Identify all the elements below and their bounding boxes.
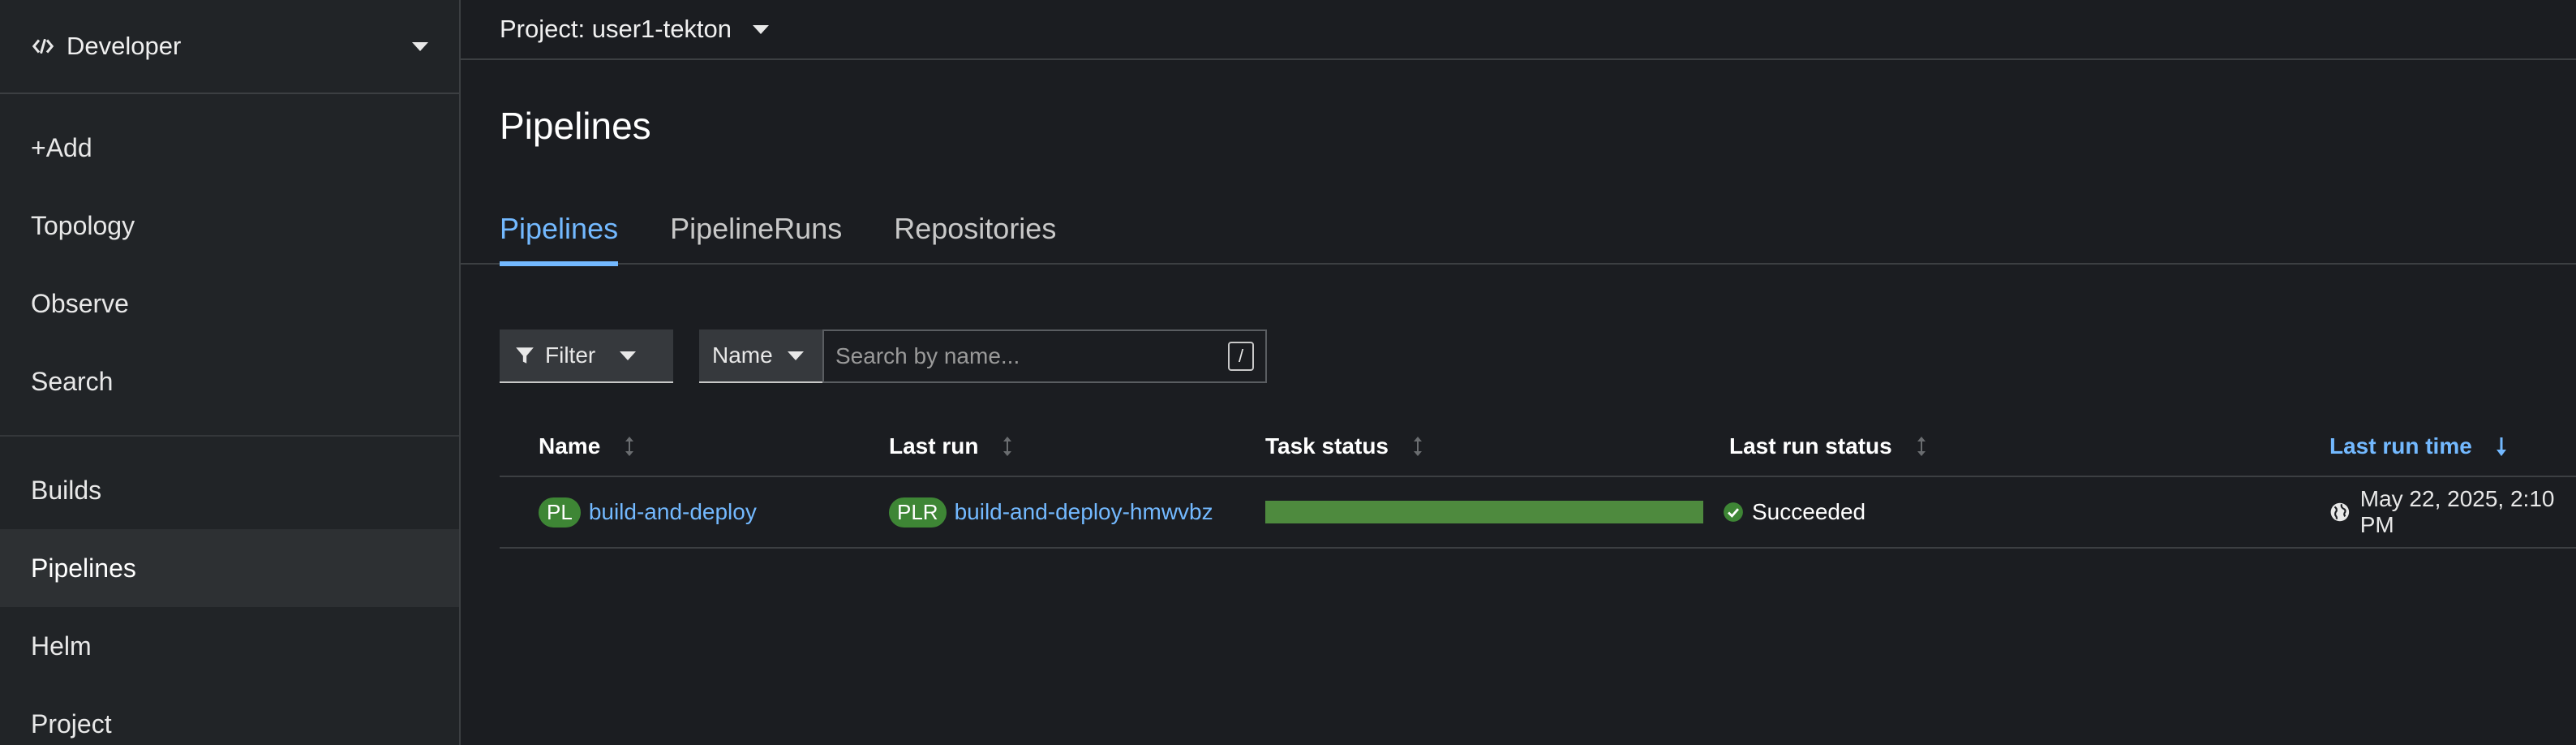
- perspective-label: Developer: [67, 32, 182, 60]
- nav-group-primary: +Add Topology Observe Search: [0, 94, 459, 420]
- project-selector[interactable]: Project: user1-tekton: [461, 0, 2576, 60]
- nav-topology-label: Topology: [31, 210, 135, 240]
- task-status-bar[interactable]: [1265, 501, 1703, 523]
- nav-pipelines[interactable]: Pipelines: [0, 529, 459, 607]
- app-root: Developer +Add Topology Observe Search B…: [0, 0, 2576, 745]
- cell-name: PL build-and-deploy: [539, 477, 757, 547]
- cell-last-run: PLR build-and-deploy-hmwvbz: [889, 477, 1213, 547]
- column-header-label: Last run time: [2329, 433, 2472, 459]
- table-row: PL build-and-deploy PLR build-and-deploy…: [500, 477, 2576, 549]
- cell-last-run-status: Succeeded: [1723, 477, 1865, 547]
- column-header-task-status[interactable]: Task status: [1265, 433, 1424, 459]
- filter-icon: [516, 347, 534, 364]
- search-input[interactable]: [835, 343, 1228, 369]
- status-text: Succeeded: [1752, 499, 1866, 524]
- nav-observe[interactable]: Observe: [0, 265, 459, 342]
- pipelinerun-badge: PLR: [889, 497, 947, 528]
- sort-icon: [625, 437, 634, 456]
- nav-add-label: +Add: [31, 132, 92, 162]
- check-circle-icon: [1724, 502, 1743, 522]
- column-header-last-run-time[interactable]: Last run time: [2329, 433, 2508, 459]
- nav-search[interactable]: Search: [0, 342, 459, 420]
- column-header-label: Task status: [1265, 433, 1389, 459]
- sort-icon: [1003, 437, 1012, 456]
- tab-pipelineruns[interactable]: PipelineRuns: [670, 203, 842, 265]
- cell-task-status: [1265, 477, 1703, 547]
- column-header-name[interactable]: Name: [539, 433, 636, 459]
- column-header-last-run-status[interactable]: Last run status: [1729, 433, 1928, 459]
- project-label: Project: user1-tekton: [500, 15, 732, 43]
- toolbar: Filter Name /: [500, 329, 1267, 383]
- sort-icon: [1917, 437, 1926, 456]
- main-content: Project: user1-tekton Pipelines Pipeline…: [461, 0, 2576, 745]
- sidebar: Developer +Add Topology Observe Search B…: [0, 0, 461, 745]
- search-shortcut-hint: /: [1228, 342, 1254, 371]
- last-run-time-text: May 22, 2025, 2:10 PM: [2359, 486, 2555, 537]
- filter-label: Filter: [545, 342, 596, 368]
- arrow-down-icon: [2496, 437, 2506, 456]
- perspective-switcher[interactable]: Developer: [0, 0, 459, 94]
- page-title: Pipelines: [500, 105, 651, 147]
- table-body: PL build-and-deploy PLR build-and-deploy…: [500, 477, 2576, 549]
- code-icon: [32, 38, 54, 54]
- filter-type-label: Name: [712, 342, 773, 368]
- nav-group-secondary: Builds Pipelines Helm Project: [0, 437, 459, 745]
- nav-helm[interactable]: Helm: [0, 607, 459, 685]
- sort-icon: [1414, 437, 1422, 456]
- nav-observe-label: Observe: [31, 288, 129, 318]
- chevron-down-icon: [412, 41, 428, 51]
- chevron-down-icon: [753, 24, 770, 34]
- column-header-last-run[interactable]: Last run: [889, 433, 1014, 459]
- chevron-down-icon: [620, 351, 637, 360]
- column-header-label: Name: [539, 433, 601, 459]
- nav-project[interactable]: Project: [0, 685, 459, 745]
- nav-builds-label: Builds: [31, 475, 102, 505]
- task-status-fill: [1265, 501, 1703, 523]
- nav-helm-label: Helm: [31, 631, 92, 661]
- search-box: /: [822, 329, 1267, 383]
- column-header-label: Last run: [889, 433, 979, 459]
- tab-pipelines[interactable]: Pipelines: [500, 203, 619, 266]
- table-header: Name Last run Task status Last run statu…: [500, 417, 2576, 477]
- chevron-down-icon: [787, 351, 804, 360]
- filter-button[interactable]: Filter: [500, 329, 673, 383]
- tabs: Pipelines PipelineRuns Repositories: [461, 203, 2576, 266]
- nav-topology[interactable]: Topology: [0, 187, 459, 265]
- pipelinerun-link[interactable]: build-and-deploy-hmwvbz: [955, 499, 1213, 525]
- nav-project-label: Project: [31, 708, 112, 739]
- pipeline-link[interactable]: build-and-deploy: [589, 499, 757, 525]
- pipeline-badge: PL: [539, 497, 581, 528]
- nav-builds[interactable]: Builds: [0, 451, 459, 529]
- column-header-label: Last run status: [1729, 433, 1892, 459]
- nav-pipelines-label: Pipelines: [31, 553, 136, 583]
- nav-add[interactable]: +Add: [0, 109, 459, 187]
- tab-repositories[interactable]: Repositories: [894, 203, 1056, 265]
- pipelines-table: Name Last run Task status Last run statu…: [500, 417, 2576, 549]
- cell-last-run-time: May 22, 2025, 2:10 PM: [2329, 477, 2576, 547]
- globe-icon: [2330, 502, 2350, 522]
- filter-type-select[interactable]: Name: [699, 329, 822, 383]
- nav-search-label: Search: [31, 366, 114, 396]
